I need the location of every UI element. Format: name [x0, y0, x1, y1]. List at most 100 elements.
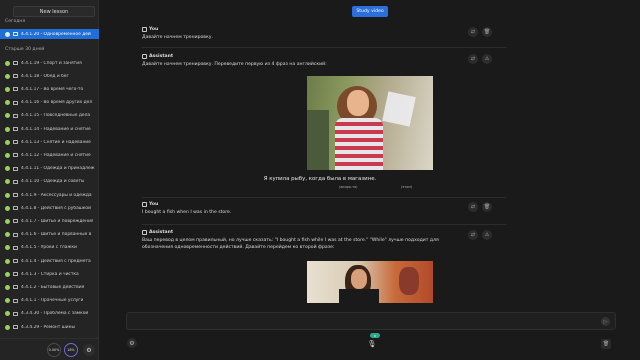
message-text: Давайте начнем тренировку. Переведите пе… [142, 62, 327, 67]
sidebar-item[interactable]: 4.4.1.1 - Прачечные услуги [0, 296, 99, 306]
progress-circle-right: 18% [64, 343, 78, 357]
gloss-right: (этом) [401, 185, 413, 189]
study-video-button[interactable]: Study video [352, 6, 388, 17]
document-icon [13, 298, 18, 303]
status-dot-icon [5, 126, 10, 132]
sidebar-item[interactable]: 4.4.1.3 - Стирка и чистка [0, 269, 99, 279]
progress-left-label: 0.00% [48, 348, 60, 352]
document-icon [13, 127, 18, 131]
sidebar-item-label: 4.4.1.19 - Спорт и занятия [21, 60, 82, 66]
warning-icon[interactable]: ⚠ [482, 230, 492, 240]
status-dot-icon [5, 139, 10, 145]
document-icon [13, 311, 18, 316]
send-icon[interactable]: ▷ [601, 317, 610, 326]
sidebar-item[interactable]: 4.4.1.11 - Одежда и принадлеж [0, 164, 99, 174]
sidebar-item[interactable]: 4.4.1.9 - Аксессуары и одежда [0, 190, 99, 200]
sidebar-item-label: 4.4.1.11 - Одежда и принадлеж [21, 166, 95, 172]
gloss-left: (акира-то) [339, 185, 358, 189]
sidebar-item[interactable]: 4.4.1.19 - Спорт и занятия [0, 58, 99, 68]
sidebar-item[interactable]: 4.4.1.13 - Снятие и надевание [0, 137, 99, 147]
status-dot-icon [5, 73, 10, 79]
document-icon [13, 206, 18, 211]
status-dot-icon [5, 271, 10, 277]
status-dot-icon [5, 192, 10, 198]
sidebar-item-label: 4.4.1.5 - Уроки с глажки [21, 245, 77, 251]
lesson-image-girl-with-fish [307, 76, 433, 170]
document-icon [13, 153, 18, 158]
share-icon[interactable]: ⇄ [468, 54, 478, 64]
sidebar-item[interactable]: 4.3.4.29 - Ремонт шины [0, 322, 99, 332]
status-dot-icon [5, 31, 10, 37]
status-dot-icon [5, 60, 10, 66]
settings-gear-icon[interactable]: ⚙ [83, 344, 95, 356]
document-icon [13, 285, 18, 290]
sidebar-item[interactable]: 4.4.1.2 - Бытовые действия [0, 282, 99, 292]
share-icon[interactable]: ⇄ [468, 27, 478, 37]
sidebar-item-label: 4.4.1.3 - Стирка и чистка [21, 271, 79, 277]
document-icon [13, 113, 18, 118]
sidebar-item[interactable]: 4.4.1.14 - Надевание и снятие [0, 124, 99, 134]
status-dot-icon [5, 298, 10, 304]
message-text: Ваш перевод в целом правильный, но лучше… [142, 238, 439, 250]
sidebar-item[interactable]: 4.4.1.10 - Одежда и советы [0, 177, 99, 187]
sidebar-item[interactable]: 4.4.1.4 - Действия с предмета [0, 256, 99, 266]
message-user-1: You Давайте начнем тренировку. ⇄ 🗑 [142, 27, 506, 42]
document-icon [13, 100, 18, 105]
status-dot-icon [5, 86, 10, 92]
sidebar-item-label: 4.4.1.1 - Прачечные услуги [21, 298, 84, 304]
sidebar-item[interactable]: 4.4.1.6 - Шитье и порванные в [0, 230, 99, 240]
status-dot-icon [5, 311, 10, 317]
sidebar-item-label: 4.4.1.10 - Одежда и советы [21, 179, 85, 185]
sidebar-item[interactable]: 4.4.1.16 - Во время других дел [0, 98, 99, 108]
status-dot-icon [5, 179, 10, 185]
message-user-2: You I bought a fish when I was in the st… [142, 202, 506, 217]
trash-icon[interactable]: 🗑 [482, 202, 492, 212]
sidebar-item-label: 4.3.4.30 - Проблема с замкой [21, 311, 89, 317]
assistant-icon [142, 230, 147, 235]
status-dot-icon [5, 100, 10, 106]
sidebar: New lesson Сегодня 4.4.1.20 - Одновремен… [0, 0, 99, 360]
status-dot-icon [5, 232, 10, 238]
sidebar-item[interactable]: 4.4.1.15 - Повседневные дела [0, 111, 99, 121]
sidebar-item-label: 4.4.1.14 - Надевание и снятие [21, 126, 91, 132]
document-icon [13, 245, 18, 250]
user-icon [142, 202, 147, 207]
message-author: You [149, 27, 159, 32]
divider [142, 224, 506, 225]
message-assistant-2: Assistant Ваш перевод в целом правильный… [142, 230, 506, 251]
share-icon[interactable]: ⇄ [468, 202, 478, 212]
sidebar-footer: 0.00% 18% ⚙ [0, 338, 99, 360]
share-icon[interactable]: ⇄ [468, 230, 478, 240]
status-dot-icon [5, 113, 10, 119]
sidebar-item-label: 4.4.1.4 - Действия с предмета [21, 258, 91, 264]
sidebar-item-label: 4.4.1.9 - Аксессуары и одежда [21, 192, 92, 198]
sidebar-item[interactable]: 4.4.1.7 - Шитье и повреждения [0, 216, 99, 226]
app-window: New lesson Сегодня 4.4.1.20 - Одновремен… [0, 0, 640, 360]
warning-icon[interactable]: ⚠ [482, 54, 492, 64]
microphone-icon[interactable]: 🎙 [367, 338, 377, 350]
sidebar-item-label: 4.4.1.8 - Действия с рубашкой [21, 205, 91, 211]
message-author: Assistant [149, 54, 174, 59]
status-dot-icon [5, 284, 10, 290]
sidebar-item[interactable]: 4.3.4.30 - Проблема с замкой [0, 309, 99, 319]
message-input[interactable]: ▷ [126, 312, 616, 330]
sidebar-item-label: 4.4.1.7 - Шитье и повреждения [21, 218, 94, 224]
status-dot-icon [5, 324, 10, 330]
status-dot-icon [5, 218, 10, 224]
sidebar-item[interactable]: 4.4.1.5 - Уроки с глажки [0, 243, 99, 253]
document-icon [13, 179, 18, 184]
status-dot-icon [5, 258, 10, 264]
sidebar-item[interactable]: 4.4.1.12 - Надевание и снятие [0, 150, 99, 160]
sidebar-item[interactable]: 4.4.1.8 - Действия с рубашкой [0, 203, 99, 213]
sidebar-item-label: 4.3.4.29 - Ремонт шины [21, 324, 75, 330]
sidebar-item[interactable]: 4.4.1.18 - Обед и бег [0, 71, 99, 81]
gear-icon[interactable]: ⚙ [127, 338, 137, 348]
sidebar-item-label: 4.4.1.16 - Во время других дел [21, 100, 93, 106]
sidebar-item-active[interactable]: 4.4.1.20 - Одновременное дей [0, 29, 99, 39]
trash-icon[interactable]: 🗑 [482, 27, 492, 37]
message-assistant-1: Assistant Давайте начнем тренировку. Пер… [142, 54, 506, 69]
trash-icon[interactable]: 🗑 [601, 339, 611, 349]
new-lesson-button[interactable]: New lesson [13, 6, 95, 17]
status-dot-icon [5, 245, 10, 251]
sidebar-item[interactable]: 4.4.1.17 - Во время чего-то [0, 84, 99, 94]
